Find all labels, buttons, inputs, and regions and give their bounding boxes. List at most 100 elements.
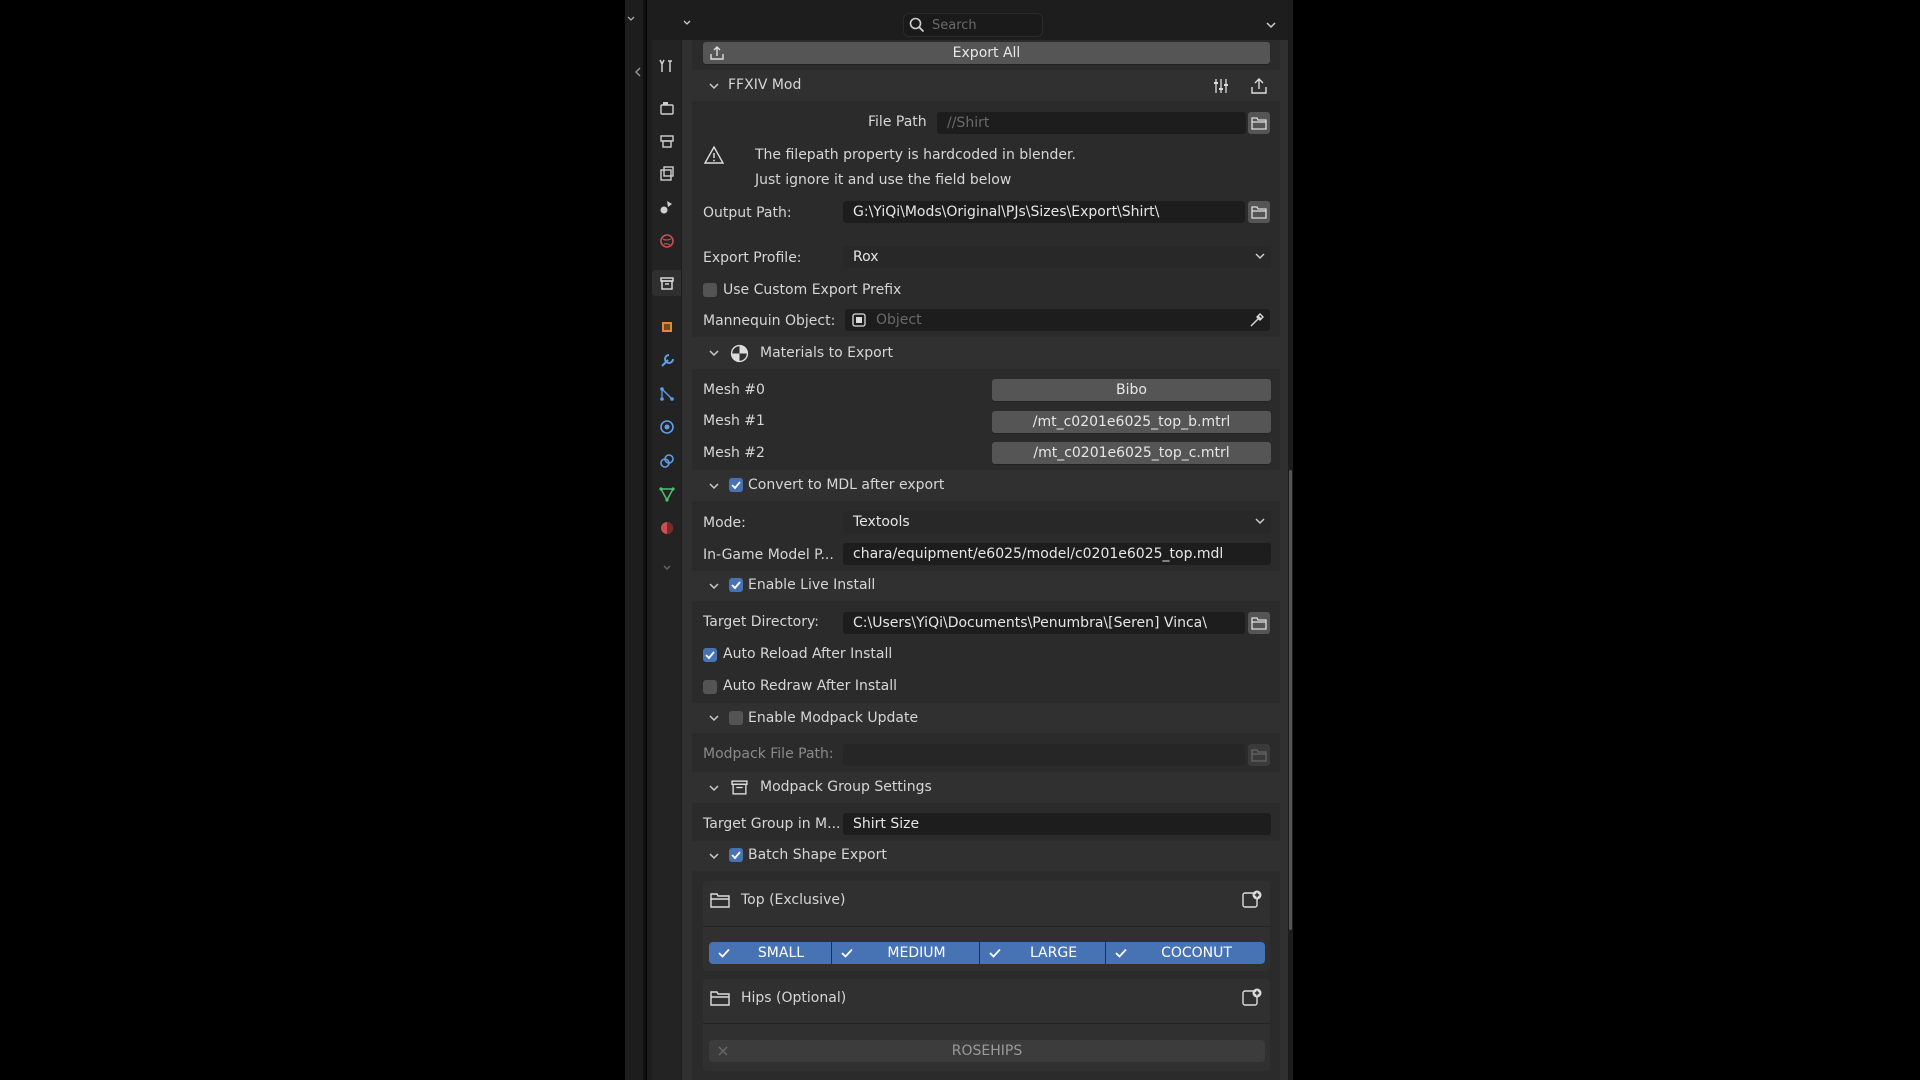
group-settings-title: Modpack Group Settings	[760, 779, 932, 795]
export-icon[interactable]	[1250, 77, 1268, 95]
constraints-tab-icon[interactable]	[652, 448, 681, 474]
target-directory-field[interactable]: C:\Users\YiQi\Documents\Penumbra\[Seren]…	[843, 612, 1245, 634]
export-icon	[710, 46, 724, 60]
chevron-down-icon[interactable]	[707, 79, 721, 93]
chevron-down-icon[interactable]	[626, 14, 636, 24]
checkmark-icon	[718, 948, 730, 958]
object-icon	[852, 313, 866, 327]
modifiers-tab-icon[interactable]	[652, 348, 681, 374]
modpack-update-title: Enable Modpack Update	[748, 710, 919, 726]
physics-tab-icon[interactable]	[652, 414, 681, 440]
divider	[703, 1023, 1270, 1024]
auto-redraw-label: Auto Redraw After Install	[723, 678, 898, 694]
target-group-label: Target Group in M...	[703, 816, 841, 832]
mesh-1-label: Mesh #1	[703, 413, 765, 429]
convert-checkbox[interactable]	[729, 478, 743, 492]
shape-option-coconut[interactable]: COCONUT	[1106, 942, 1265, 964]
export-profile-dropdown[interactable]: Rox	[843, 246, 1271, 268]
mesh-0-material-button[interactable]: Bibo	[992, 379, 1271, 401]
folder-icon	[710, 991, 730, 1006]
custom-prefix-checkbox[interactable]	[703, 283, 717, 297]
search-placeholder: Search	[932, 17, 977, 33]
ingame-model-field[interactable]: chara/equipment/e6025/model/c0201e6025_t…	[843, 543, 1271, 565]
collapse-arrow-icon[interactable]	[633, 66, 643, 78]
warning-line-1: The filepath property is hardcoded in bl…	[755, 147, 1076, 163]
collection-tab-icon[interactable]	[652, 270, 681, 296]
close-icon	[718, 1046, 728, 1056]
shape-group-name: Hips (Optional)	[741, 990, 847, 1006]
output-path-field[interactable]: G:\YiQi\Mods\Original\PJs\Sizes\Export\S…	[843, 201, 1245, 223]
properties-tabs	[652, 40, 681, 1080]
shape-option-large[interactable]: LARGE	[980, 942, 1105, 964]
mesh-2-label: Mesh #2	[703, 445, 765, 461]
export-all-button[interactable]: Export All	[703, 42, 1270, 64]
checkmark-icon	[989, 948, 1001, 958]
modpack-update-checkbox[interactable]	[729, 711, 743, 725]
batch-checkbox[interactable]	[729, 848, 743, 862]
add-shape-icon[interactable]	[1241, 987, 1263, 1009]
modpack-file-path-field[interactable]	[843, 744, 1245, 766]
ffxiv-mod-title: FFXIV Mod	[728, 77, 802, 93]
export-all-label: Export All	[952, 45, 1021, 61]
chevron-down-icon[interactable]	[707, 346, 721, 360]
shape-option-medium[interactable]: MEDIUM	[832, 942, 979, 964]
folder-icon	[710, 893, 730, 908]
eyedropper-icon[interactable]	[1249, 312, 1265, 328]
target-group-field[interactable]: Shirt Size	[843, 813, 1271, 835]
search-input[interactable]: Search	[903, 13, 1043, 37]
materials-title: Materials to Export	[760, 345, 893, 361]
chevron-down-icon[interactable]	[1262, 16, 1280, 34]
export-profile-label: Export Profile:	[703, 250, 802, 266]
mode-dropdown[interactable]: Textools	[843, 511, 1271, 533]
scrollbar[interactable]	[1289, 470, 1292, 930]
sliders-icon[interactable]	[1212, 77, 1230, 95]
chevron-down-icon	[1255, 518, 1265, 525]
chevron-down-icon[interactable]	[707, 781, 721, 795]
chevron-down-icon[interactable]	[707, 849, 721, 863]
checkmark-icon	[841, 948, 853, 958]
chevron-down-icon	[683, 20, 691, 25]
object-tab-icon[interactable]	[652, 314, 681, 340]
output-tab-icon[interactable]	[652, 128, 681, 154]
chevron-down-icon[interactable]	[707, 479, 721, 493]
chevron-down-icon	[1255, 253, 1265, 260]
particles-tab-icon[interactable]	[652, 381, 681, 407]
chevron-down-icon[interactable]	[707, 711, 721, 725]
mesh-1-material-button[interactable]: /mt_c0201e6025_top_b.mtrl	[992, 411, 1271, 433]
mode-value: Textools	[853, 514, 910, 530]
collection-icon	[731, 780, 748, 795]
scene-tab-icon[interactable]	[652, 194, 681, 220]
output-path-label: Output Path:	[703, 205, 792, 221]
area-divider[interactable]	[643, 0, 646, 1080]
checkmark-icon	[705, 651, 715, 660]
custom-prefix-label: Use Custom Export Prefix	[723, 282, 902, 298]
convert-title: Convert to MDL after export	[748, 477, 945, 493]
file-path-field[interactable]: //Shirt	[937, 112, 1246, 134]
chevron-down-icon[interactable]	[707, 579, 721, 593]
render-tab-icon[interactable]	[652, 95, 681, 121]
file-browse-button[interactable]	[1248, 112, 1270, 134]
modpack-file-path-label: Modpack File Path:	[703, 746, 834, 762]
world-tab-icon[interactable]	[652, 228, 681, 254]
view-layer-tab-icon[interactable]	[652, 161, 681, 187]
mesh-2-material-button[interactable]: /mt_c0201e6025_top_c.mtrl	[992, 442, 1271, 464]
shape-option-small[interactable]: SMALL	[709, 942, 831, 964]
add-shape-icon[interactable]	[1241, 889, 1263, 911]
modpack-browse-button[interactable]	[1248, 744, 1270, 766]
target-directory-browse-button[interactable]	[1248, 612, 1270, 634]
output-browse-button[interactable]	[1248, 201, 1270, 223]
auto-reload-checkbox[interactable]	[703, 648, 717, 662]
live-install-checkbox[interactable]	[729, 578, 743, 592]
data-tab-icon[interactable]	[652, 481, 681, 507]
shape-group-name: Top (Exclusive)	[741, 892, 846, 908]
live-install-title: Enable Live Install	[748, 577, 876, 593]
chevron-down-icon[interactable]	[652, 555, 681, 581]
mannequin-placeholder: Object	[876, 312, 922, 328]
material-tab-icon[interactable]	[652, 515, 681, 541]
mannequin-object-field[interactable]: Object	[845, 309, 1270, 331]
shape-option-rosehips[interactable]: ROSEHIPS	[709, 1040, 1265, 1062]
auto-redraw-checkbox[interactable]	[703, 680, 717, 694]
left-editor-edge	[625, 0, 645, 1080]
tool-tab-icon[interactable]	[652, 53, 681, 79]
folder-icon	[1251, 749, 1267, 762]
